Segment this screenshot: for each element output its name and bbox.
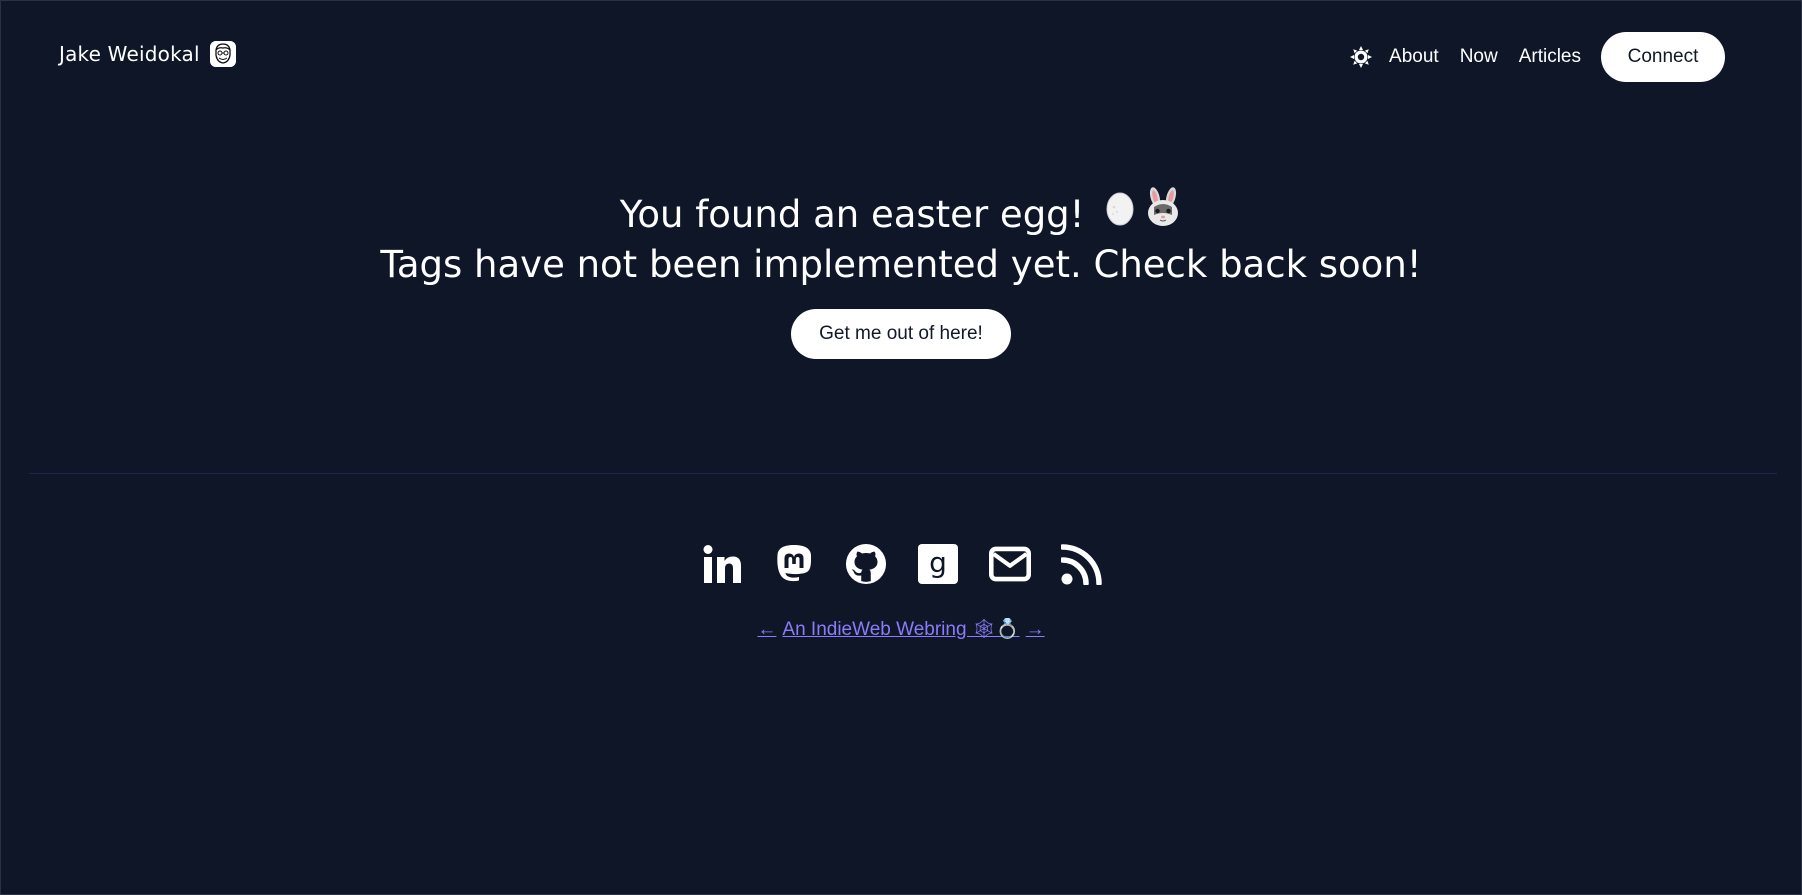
easter-egg-line: You found an easter egg! bbox=[619, 193, 1085, 236]
get-me-out-button[interactable]: Get me out of here! bbox=[791, 309, 1011, 359]
egg-icon bbox=[1102, 187, 1138, 238]
site-header: Jake Weidokal About Now Articles Connect bbox=[1, 1, 1801, 113]
connect-button[interactable]: Connect bbox=[1601, 32, 1725, 82]
webring: ← An IndieWeb Webring 🕸💍 → bbox=[1, 617, 1801, 641]
nav-about[interactable]: About bbox=[1389, 46, 1439, 68]
mastodon-icon[interactable] bbox=[773, 541, 815, 587]
page: Jake Weidokal About Now Articles Connect… bbox=[0, 0, 1802, 895]
social-links: g bbox=[1, 541, 1801, 587]
goodreads-icon[interactable]: g bbox=[917, 541, 959, 587]
theme-toggle-sun-icon[interactable] bbox=[1348, 44, 1374, 70]
emoji-group bbox=[1102, 187, 1182, 238]
nav-articles[interactable]: Articles bbox=[1519, 46, 1581, 68]
rabbit-face-icon bbox=[1144, 187, 1182, 238]
main-content: You found an easter egg! Tags have not b… bbox=[1, 187, 1801, 359]
tags-not-implemented-line: Tags have not been implemented yet. Chec… bbox=[380, 243, 1422, 286]
linkedin-icon[interactable] bbox=[701, 541, 743, 587]
brand-link[interactable]: Jake Weidokal bbox=[59, 41, 236, 67]
email-icon[interactable] bbox=[989, 541, 1031, 587]
avatar-icon bbox=[209, 41, 236, 67]
page-heading: You found an easter egg! Tags have not b… bbox=[1, 187, 1801, 288]
svg-text:g: g bbox=[929, 546, 947, 579]
webring-link[interactable]: An IndieWeb Webring 🕸💍 bbox=[782, 619, 1019, 640]
main-nav: About Now Articles Connect bbox=[1348, 32, 1725, 82]
brand-name: Jake Weidokal bbox=[59, 42, 200, 66]
footer-divider bbox=[29, 473, 1777, 474]
rss-icon[interactable] bbox=[1061, 541, 1103, 587]
webring-prev-link[interactable]: ← bbox=[757, 619, 776, 640]
nav-now[interactable]: Now bbox=[1460, 46, 1498, 68]
github-icon[interactable] bbox=[845, 541, 887, 587]
webring-next-link[interactable]: → bbox=[1026, 619, 1045, 640]
